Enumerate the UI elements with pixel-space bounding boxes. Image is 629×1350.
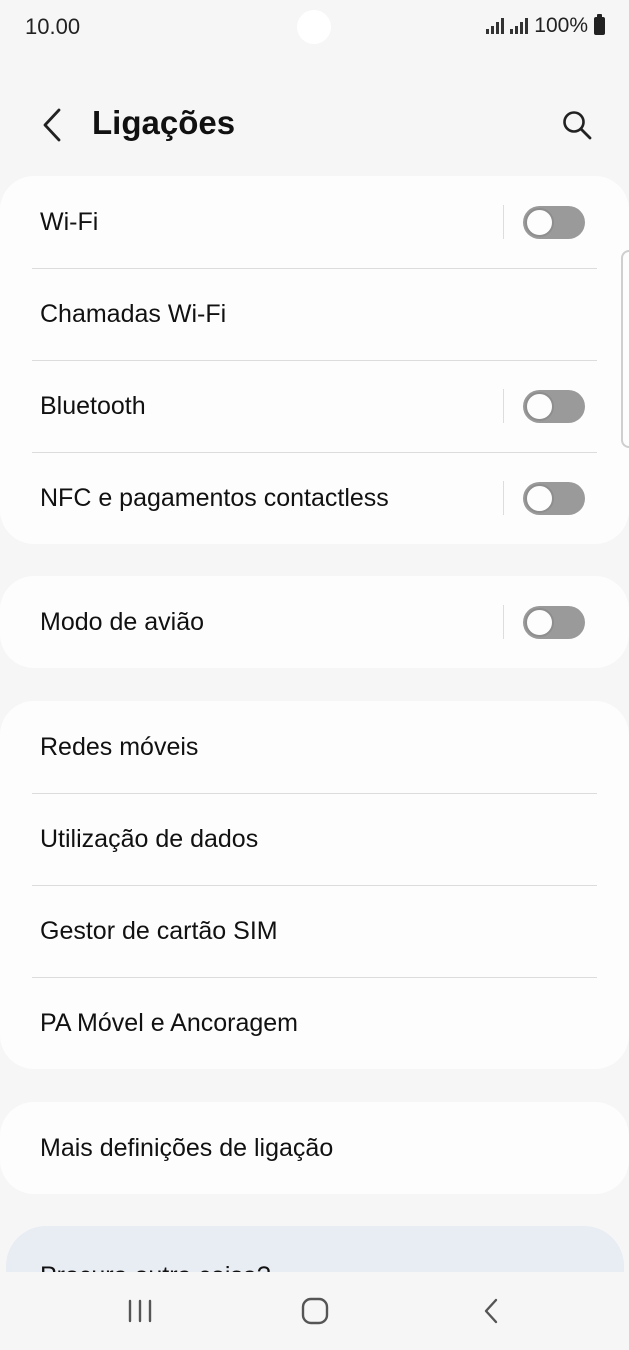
hotspot-row[interactable]: PA Móvel e Ancoragem	[0, 977, 629, 1069]
chevron-left-icon	[43, 108, 61, 142]
app-header: Ligações	[0, 90, 629, 160]
network-card: Redes móveis Utilização de dados Gestor …	[0, 701, 629, 1069]
search-button[interactable]	[556, 104, 598, 146]
sim-manager-row[interactable]: Gestor de cartão SIM	[0, 885, 629, 977]
connectivity-card: Wi-Fi Chamadas Wi-Fi Bluetooth NFC e pag…	[0, 176, 629, 544]
home-icon	[301, 1297, 329, 1325]
suggestion-label: Procura outra coisa?	[40, 1262, 271, 1272]
battery-icon	[594, 14, 605, 35]
wifi-label: Wi-Fi	[40, 207, 99, 236]
divider	[503, 205, 504, 239]
status-indicators: 100%	[486, 14, 605, 38]
bluetooth-label: Bluetooth	[40, 391, 146, 420]
sim-manager-label: Gestor de cartão SIM	[40, 916, 278, 945]
divider	[503, 605, 504, 639]
wifi-toggle[interactable]	[523, 206, 585, 239]
wifi-calling-row[interactable]: Chamadas Wi-Fi	[0, 268, 629, 360]
toggle-knob	[525, 208, 554, 237]
signal-icon	[486, 18, 505, 34]
toggle-knob	[525, 392, 554, 421]
recents-icon	[128, 1299, 152, 1323]
data-usage-label: Utilização de dados	[40, 824, 259, 853]
nav-back-icon	[484, 1298, 498, 1324]
scrollbar[interactable]	[621, 250, 629, 448]
recents-button[interactable]	[115, 1290, 165, 1332]
bluetooth-row[interactable]: Bluetooth	[0, 360, 629, 452]
airplane-card: Modo de avião	[0, 576, 629, 668]
suggestion-card[interactable]: Procura outra coisa?	[6, 1226, 624, 1272]
mobile-networks-label: Redes móveis	[40, 732, 199, 761]
status-time: 10.00	[25, 14, 81, 39]
data-usage-row[interactable]: Utilização de dados	[0, 793, 629, 885]
toggle-knob	[525, 484, 554, 513]
hotspot-label: PA Móvel e Ancoragem	[40, 1008, 299, 1037]
airplane-row[interactable]: Modo de avião	[0, 576, 629, 668]
more-card: Mais definições de ligação	[0, 1102, 629, 1194]
back-button[interactable]	[34, 104, 70, 146]
divider	[503, 389, 504, 423]
nav-back-button[interactable]	[466, 1290, 516, 1332]
bluetooth-toggle[interactable]	[523, 390, 585, 423]
navigation-bar	[0, 1272, 629, 1350]
signal-icon-2	[510, 18, 529, 34]
mobile-networks-row[interactable]: Redes móveis	[0, 701, 629, 793]
airplane-label: Modo de avião	[40, 607, 205, 636]
wifi-row[interactable]: Wi-Fi	[0, 176, 629, 268]
airplane-toggle[interactable]	[523, 606, 585, 639]
battery-level: 100%	[534, 14, 588, 37]
nfc-toggle[interactable]	[523, 482, 585, 515]
toggle-knob	[525, 608, 554, 637]
camera-cutout	[297, 10, 331, 44]
home-button[interactable]	[290, 1290, 340, 1332]
divider	[503, 481, 504, 515]
nfc-row[interactable]: NFC e pagamentos contactless	[0, 452, 629, 544]
status-bar: 10.00 100%	[0, 0, 629, 54]
nfc-label: NFC e pagamentos contactless	[40, 483, 389, 512]
more-settings-row[interactable]: Mais definições de ligação	[0, 1102, 629, 1194]
more-settings-label: Mais definições de ligação	[40, 1133, 334, 1162]
search-icon	[563, 111, 592, 140]
wifi-calling-label: Chamadas Wi-Fi	[40, 299, 227, 328]
page-title: Ligações	[92, 104, 236, 141]
